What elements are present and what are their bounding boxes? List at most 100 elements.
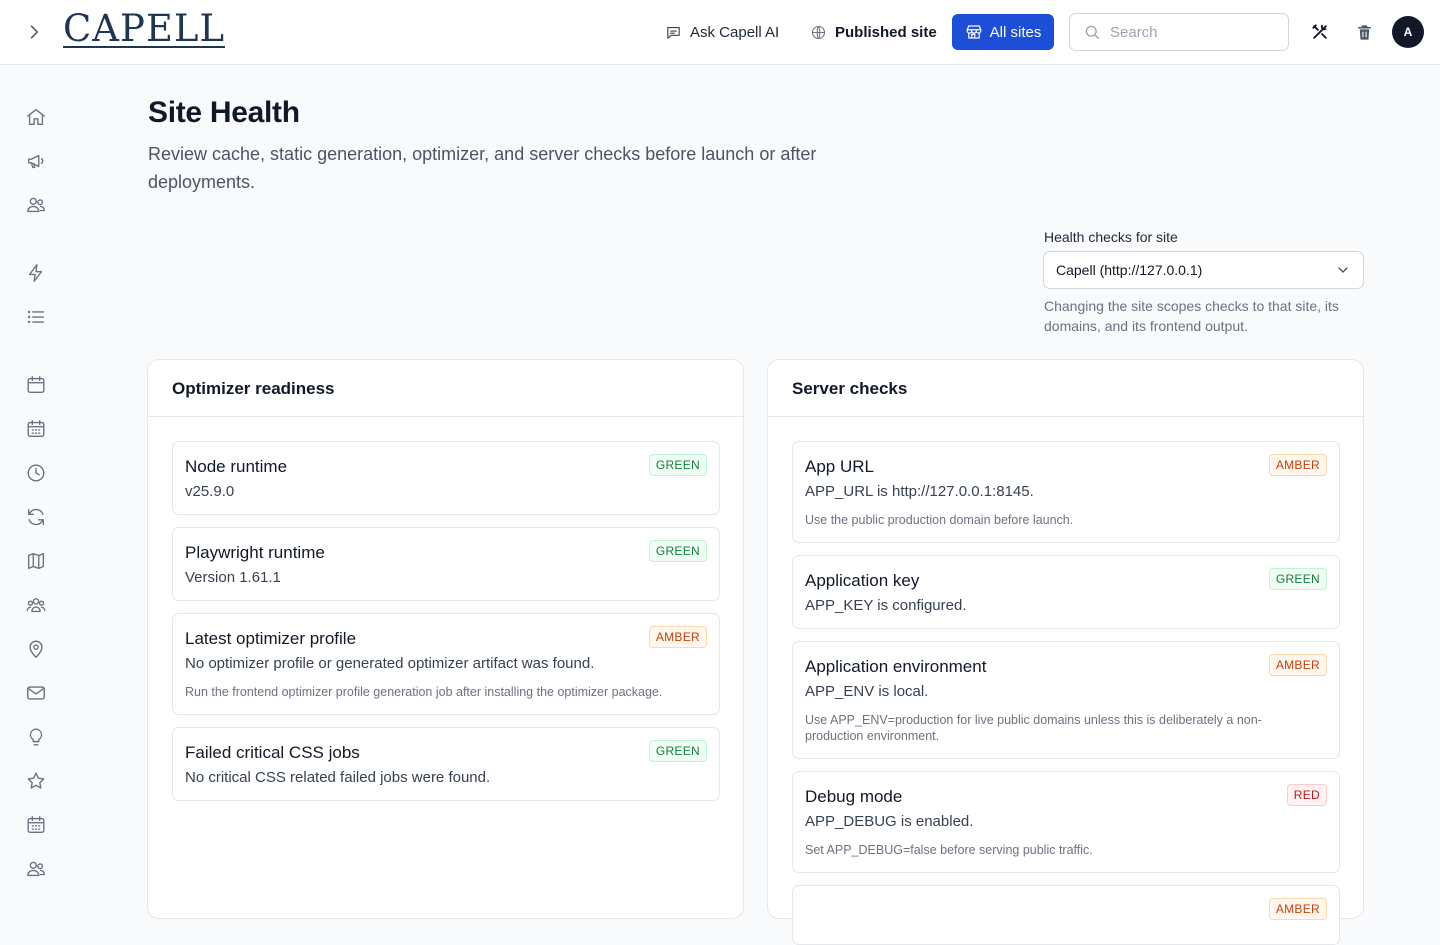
star-icon <box>27 772 45 789</box>
chevron-down-icon <box>1338 267 1348 273</box>
published-site-label: Published site <box>835 23 937 41</box>
sidebar <box>0 65 72 900</box>
refresh-icon <box>27 508 45 526</box>
check-value: APP_DEBUG is enabled. <box>805 813 974 830</box>
tools-button[interactable] <box>1308 20 1332 44</box>
avatar[interactable]: A <box>1392 16 1424 48</box>
server-checks-card: Server checks App URL APP_URL is http://… <box>767 359 1364 945</box>
sidebar-item-history[interactable] <box>24 461 48 485</box>
check-hint: Set APP_DEBUG=false before serving publi… <box>805 843 1093 857</box>
sidebar-item-ideas[interactable] <box>24 725 48 749</box>
logo-underline <box>63 46 226 48</box>
trash-button[interactable] <box>1352 20 1376 44</box>
check-item: Failed critical CSS jobs No critical CSS… <box>172 727 720 801</box>
check-title: Node runtime <box>185 457 288 476</box>
trash-icon <box>1357 24 1371 40</box>
search-icon <box>1085 25 1100 40</box>
ask-ai-link[interactable]: Ask Capell AI <box>665 18 779 46</box>
sidebar-item-announcements[interactable] <box>24 149 48 173</box>
wrench-screwdriver-icon <box>1312 24 1327 39</box>
sidebar-item-list[interactable] <box>24 305 48 329</box>
check-item: AMBER <box>792 885 1340 945</box>
logo-text: CAPELL <box>63 7 226 50</box>
sidebar-item-locations[interactable] <box>24 637 48 661</box>
check-value: Version 1.61.1 <box>185 569 281 586</box>
check-title: Application environment <box>805 657 987 676</box>
capell-logo[interactable]: CAPELL <box>63 7 226 50</box>
expand-sidebar-button[interactable] <box>22 20 46 44</box>
check-value: APP_URL is http://127.0.0.1:8145. <box>805 483 1034 500</box>
check-item: Application key APP_KEY is configured. G… <box>792 555 1340 629</box>
globe-icon <box>811 25 826 39</box>
sidebar-item-teams[interactable] <box>24 593 48 617</box>
page-title: Site Health <box>148 96 300 129</box>
calendar-days-icon <box>27 816 45 834</box>
check-value: APP_ENV is local. <box>805 683 929 700</box>
site-select-hint: Changing the site scopes checks to that … <box>1044 298 1339 334</box>
map-icon <box>27 552 45 570</box>
status-badge: GREEN <box>648 540 707 562</box>
sidebar-item-users[interactable] <box>24 193 48 217</box>
all-sites-label: All sites <box>989 23 1042 41</box>
sidebar-item-calendar[interactable] <box>24 373 48 397</box>
map-pin-icon <box>29 640 43 658</box>
site-select-value: Capell (http://127.0.0.1) <box>1056 262 1203 278</box>
check-hint: Use the public production domain before … <box>805 513 1074 527</box>
check-value: v25.9.0 <box>185 483 235 500</box>
building-storefront-icon <box>966 25 982 39</box>
sidebar-item-performance[interactable] <box>24 261 48 285</box>
optimizer-readiness-card: Optimizer readiness Node runtime v25.9.0… <box>147 359 744 919</box>
site-select-label: Health checks for site <box>1044 229 1178 245</box>
site-select[interactable]: Capell (http://127.0.0.1) <box>1043 251 1364 289</box>
sidebar-item-events[interactable] <box>24 813 48 837</box>
sidebar-item-favorites[interactable] <box>24 769 48 793</box>
clock-icon <box>27 464 45 482</box>
sidebar-item-schedule[interactable] <box>24 417 48 441</box>
card-title: Server checks <box>768 360 1363 417</box>
check-title: Latest optimizer profile <box>185 629 357 648</box>
users-icon <box>27 861 45 877</box>
status-badge: AMBER <box>1268 654 1327 676</box>
status-badge: AMBER <box>648 626 707 648</box>
sidebar-item-sync[interactable] <box>24 505 48 529</box>
check-item: App URL APP_URL is http://127.0.0.1:8145… <box>792 441 1340 543</box>
check-value: APP_KEY is configured. <box>805 597 967 614</box>
status-badge: GREEN <box>648 454 707 476</box>
all-sites-button[interactable]: All sites <box>952 14 1054 50</box>
status-badge: AMBER <box>1268 898 1327 920</box>
light-bulb-icon <box>29 728 43 746</box>
check-item: Playwright runtime Version 1.61.1 GREEN <box>172 527 720 601</box>
chevron-right-icon <box>30 25 39 39</box>
check-title: Application key <box>805 571 920 590</box>
list-icon <box>27 310 45 324</box>
search-box <box>1069 13 1289 51</box>
status-badge: GREEN <box>648 740 707 762</box>
status-badge: GREEN <box>1268 568 1327 590</box>
top-bar: CAPELL Ask Capell AI Published site All … <box>0 0 1440 65</box>
envelope-icon <box>27 686 45 700</box>
card-title: Optimizer readiness <box>148 360 743 417</box>
sidebar-item-map[interactable] <box>24 549 48 573</box>
sidebar-item-home[interactable] <box>24 105 48 129</box>
sidebar-item-members[interactable] <box>24 857 48 881</box>
sidebar-item-mail[interactable] <box>24 681 48 705</box>
calendar-days-icon <box>27 420 45 438</box>
users-icon <box>27 197 45 213</box>
check-title: Failed critical CSS jobs <box>185 743 360 762</box>
check-hint: Run the frontend optimizer profile gener… <box>185 685 663 699</box>
chat-bubble-icon <box>667 26 680 39</box>
search-input[interactable] <box>1110 23 1270 41</box>
bolt-icon <box>28 264 43 282</box>
check-item: Latest optimizer profile No optimizer pr… <box>172 613 720 715</box>
check-value: No critical CSS related failed jobs were… <box>185 769 491 786</box>
status-badge: AMBER <box>1268 454 1327 476</box>
megaphone-icon <box>27 154 44 169</box>
published-site-link[interactable]: Published site <box>810 18 937 46</box>
check-title: Playwright runtime <box>185 543 325 562</box>
check-hint: Use APP_ENV=production for live public d… <box>805 713 1262 743</box>
status-badge: RED <box>1286 784 1327 806</box>
ask-ai-label: Ask Capell AI <box>690 23 780 41</box>
check-value: No optimizer profile or generated optimi… <box>185 655 595 672</box>
check-item: Application environment APP_ENV is local… <box>792 641 1340 759</box>
check-item: Debug mode APP_DEBUG is enabled. Set APP… <box>792 771 1340 873</box>
